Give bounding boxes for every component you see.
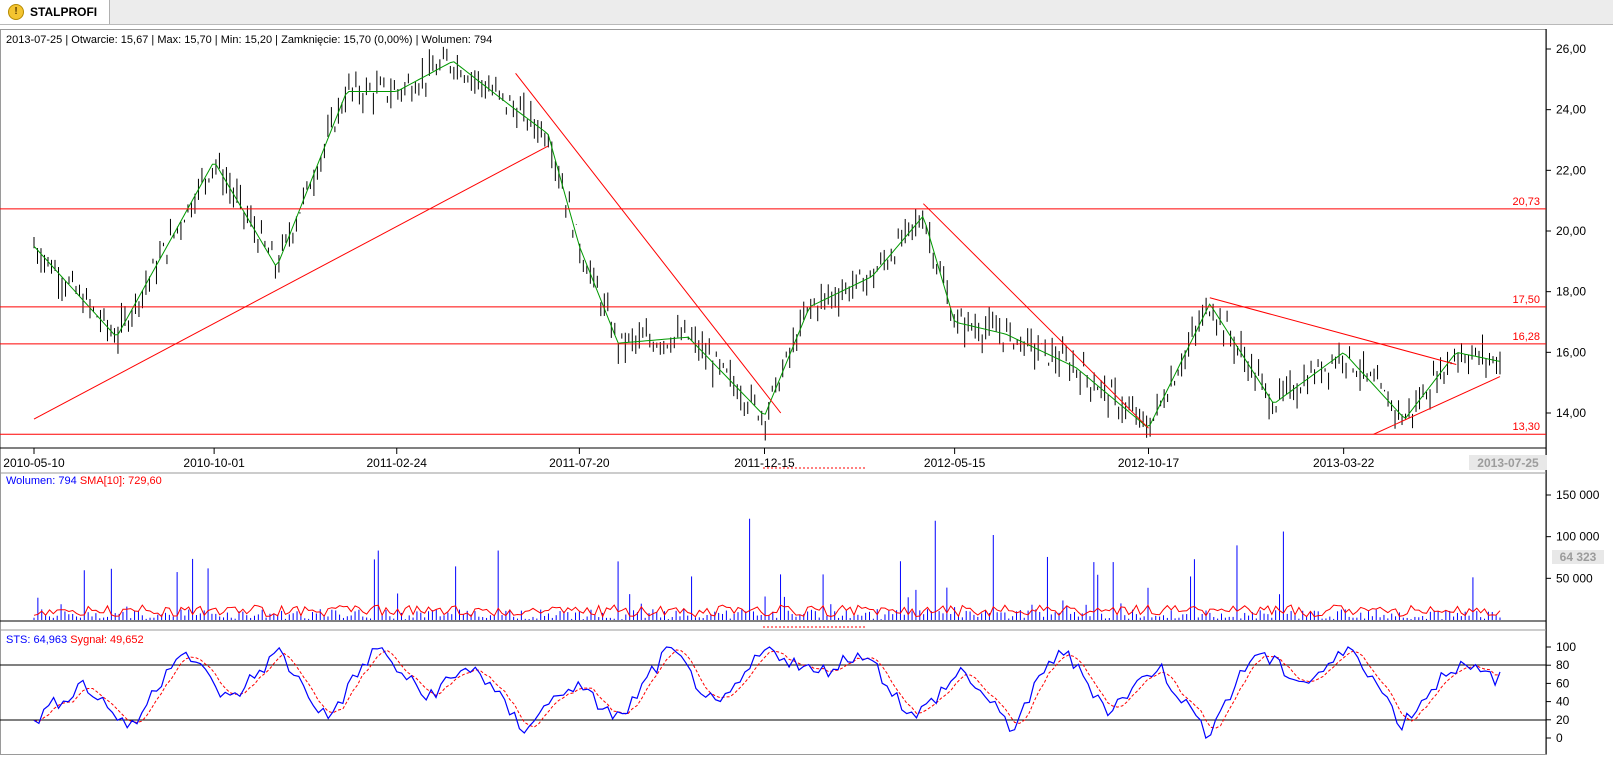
volume-current-label: 64 323 <box>1560 550 1597 564</box>
tab-bar: ! STALPROFI <box>0 0 1613 25</box>
level-label: 16,28 <box>1512 331 1540 343</box>
volume-tick-label: 50 000 <box>1556 571 1593 585</box>
tab-label: STALPROFI <box>30 5 98 19</box>
price-tick-label: 24,00 <box>1556 103 1586 117</box>
chart-area[interactable]: 2013-07-25 | Otwarcie: 15,67 | Max: 15,7… <box>0 25 1613 765</box>
current-date-label: 2013-07-25 <box>1477 456 1539 470</box>
price-tick-label: 14,00 <box>1556 406 1586 420</box>
date-tick-label: 2011-07-20 <box>549 456 610 470</box>
stoch-tick-label: 80 <box>1556 658 1570 672</box>
level-label: 17,50 <box>1512 294 1540 306</box>
stoch-tick-label: 20 <box>1556 713 1570 727</box>
date-tick-label: 2012-05-15 <box>924 456 986 470</box>
date-tick-label: 2011-02-24 <box>366 456 427 470</box>
date-tick-label: 2013-03-22 <box>1313 456 1375 470</box>
stoch-tick-label: 60 <box>1556 676 1570 690</box>
warning-icon: ! <box>8 4 24 20</box>
stoch-legend: STS: 64,963 Sygnał: 49,652 <box>6 634 144 646</box>
price-tick-label: 18,00 <box>1556 285 1586 299</box>
tab-stalprofi[interactable]: ! STALPROFI <box>0 0 111 24</box>
date-tick-label: 2012-10-17 <box>1118 456 1180 470</box>
date-tick-label: 2010-10-01 <box>183 456 245 470</box>
volume-tick-label: 100 000 <box>1556 530 1600 544</box>
price-axis: 26,00 24,00 22,00 20,00 18,00 16,00 14,00 <box>1546 42 1586 420</box>
stoch-axis: 100 80 60 40 20 0 <box>1546 640 1576 745</box>
price-tick-label: 16,00 <box>1556 345 1586 359</box>
stoch-tick-label: 0 <box>1556 731 1563 745</box>
volume-legend: Wolumen: 794 SMA[10]: 729,60 <box>6 475 162 487</box>
date-tick-label: 2010-05-10 <box>3 456 65 470</box>
level-label: 20,73 <box>1512 196 1540 208</box>
stoch-tick-label: 40 <box>1556 695 1570 709</box>
price-tick-label: 26,00 <box>1556 42 1586 56</box>
chart-frame <box>0 29 1547 755</box>
level-label: 13,30 <box>1512 421 1540 433</box>
price-tick-label: 22,00 <box>1556 163 1586 177</box>
ohlc-info: 2013-07-25 | Otwarcie: 15,67 | Max: 15,7… <box>6 34 492 46</box>
stoch-tick-label: 100 <box>1556 640 1576 654</box>
price-tick-label: 20,00 <box>1556 224 1586 238</box>
volume-axis: 150 000 100 000 50 000 <box>1546 488 1600 585</box>
volume-tick-label: 150 000 <box>1556 488 1600 502</box>
